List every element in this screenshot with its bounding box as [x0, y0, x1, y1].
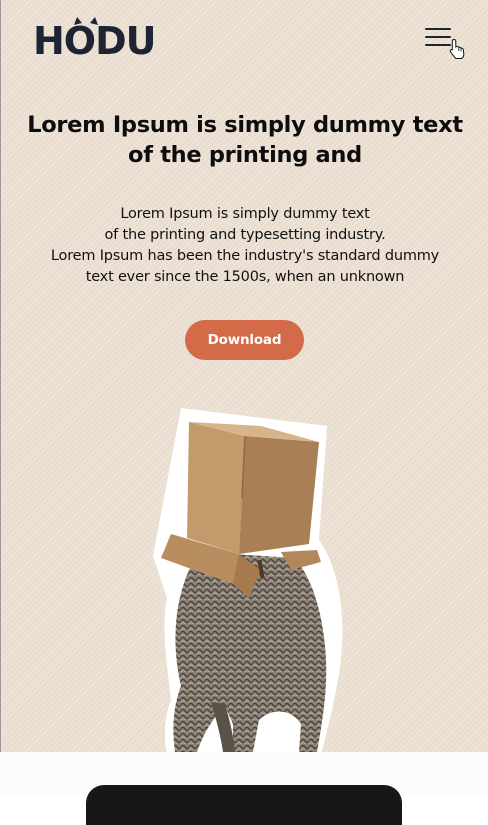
- menu-button[interactable]: [419, 22, 459, 56]
- hero-section: Lorem Ipsum is simply dummy text of the …: [1, 110, 488, 288]
- hero-description: Lorem Ipsum is simply dummy text of the …: [30, 204, 460, 288]
- site-header: HODU: [1, 0, 488, 90]
- download-button[interactable]: Download: [185, 320, 304, 360]
- hero-title: Lorem Ipsum is simply dummy text of the …: [27, 112, 463, 168]
- feature-card: [86, 785, 402, 825]
- next-section: [0, 752, 488, 825]
- hodu-logo[interactable]: HODU: [33, 16, 167, 60]
- cat-in-box-illustration: [153, 408, 343, 754]
- description-line: Lorem Ipsum has been the industry's stan…: [50, 248, 440, 264]
- description-line: text ever since the 1500s, when an unkno…: [85, 269, 405, 285]
- description-line: of the printing and typesetting industry…: [104, 227, 386, 243]
- landing-page: HODU Lorem Ipsum is simply dummy text of…: [0, 0, 488, 754]
- description-line: Lorem Ipsum is simply dummy text: [120, 206, 370, 222]
- logo-text: HODU: [33, 19, 156, 60]
